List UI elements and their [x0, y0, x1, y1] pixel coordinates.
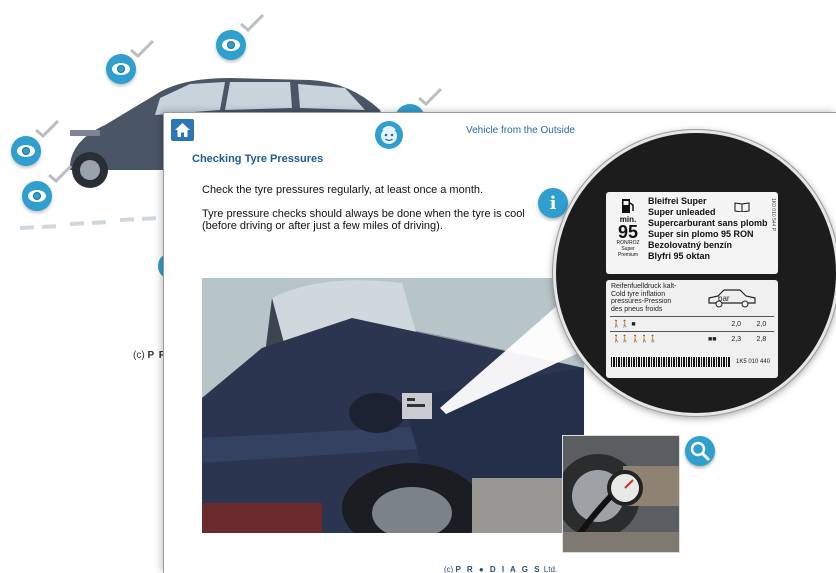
fuel-grade-label: min. 95 RON/ROZ Super Premium Bleifrei S… — [606, 192, 778, 274]
front-pressure: 2,0 — [723, 316, 749, 332]
section-title: Checking Tyre Pressures — [192, 153, 324, 165]
instruction-text: Check the tyre pressures regularly, at l… — [202, 184, 484, 196]
octane-value: 95 — [617, 222, 639, 242]
table-row: 🚶🚶 ■ 2,0 2,0 — [610, 316, 774, 332]
part-code: 1K0 010 544 P — [770, 198, 776, 232]
info-button[interactable]: i — [538, 188, 568, 218]
checkmark-icon — [240, 13, 265, 32]
fuel-line: Blyfri 95 oktan — [648, 251, 711, 261]
eye-icon[interactable] — [22, 181, 52, 211]
pressure-table: 🚶🚶 ■ 2,0 2,0 🚶🚶 🚶🚶🚶 ■■ 2,3 2,8 — [610, 316, 774, 346]
checkmark-icon — [130, 39, 155, 58]
header-title: Vehicle from the Outside — [466, 125, 575, 136]
part-code: 1K5 010 440 — [736, 359, 771, 365]
tyre-gauge-photo — [562, 435, 680, 553]
occupancy-icon: 🚶🚶 ■ — [610, 316, 701, 332]
fuel-line: Bezolovatný benzín — [648, 240, 733, 250]
background-copyright: (c) P R — [133, 350, 167, 361]
instruction-text: Tyre pressure checks should always be do… — [202, 208, 525, 232]
pressure-line: pressures-Pression — [611, 298, 672, 305]
fuel-line: Super sin plomo 95 RON — [648, 229, 754, 239]
fuel-line: Supercarburant sans plomb — [648, 218, 768, 228]
zoom-button[interactable] — [685, 436, 715, 466]
rear-pressure: 2,8 — [748, 331, 774, 346]
checkmark-icon — [35, 119, 60, 138]
tyre-pressure-label: Reifenfuelldruck kalt- Cold tyre inflati… — [606, 280, 778, 378]
copyright-prefix: (c) — [133, 350, 145, 361]
fuel-pump-icon — [622, 199, 634, 213]
pressure-line: Reifenfuelldruck kalt- — [611, 283, 677, 290]
table-row: 🚶🚶 🚶🚶🚶 ■■ 2,3 2,8 — [610, 331, 774, 346]
luggage-icon: ■■ — [700, 331, 724, 346]
checkmark-icon — [418, 87, 443, 106]
home-button[interactable] — [171, 119, 194, 141]
rear-pressure: 2,0 — [748, 316, 774, 332]
barcode — [611, 357, 731, 367]
eye-icon[interactable] — [11, 136, 41, 166]
ron-line: Premium — [617, 252, 638, 258]
car-outline-icon — [708, 289, 756, 308]
fuel-flap-label-magnifier: min. 95 RON/ROZ Super Premium Bleifrei S… — [553, 130, 836, 416]
child-face-icon — [375, 121, 403, 149]
pressure-line: des pneus froids — [611, 305, 663, 313]
info-icon: i — [549, 193, 557, 214]
front-pressure: 2,3 — [723, 331, 749, 346]
pressure-label-title: Reifenfuelldruck kalt- Cold tyre inflati… — [611, 283, 676, 313]
magnify-icon — [690, 441, 710, 461]
book-icon — [734, 202, 750, 212]
spacer-cell — [700, 316, 724, 332]
eye-icon[interactable] — [216, 30, 246, 60]
eye-icon[interactable] — [106, 54, 136, 84]
pressure-line: Cold tyre inflation — [611, 290, 666, 298]
pressure-unit: bar — [718, 294, 730, 303]
home-icon — [175, 123, 190, 137]
checkmark-icon — [48, 164, 73, 183]
octane-block: min. 95 RON/ROZ Super Premium — [611, 196, 645, 258]
occupancy-icon: 🚶🚶 🚶🚶🚶 — [610, 331, 701, 346]
